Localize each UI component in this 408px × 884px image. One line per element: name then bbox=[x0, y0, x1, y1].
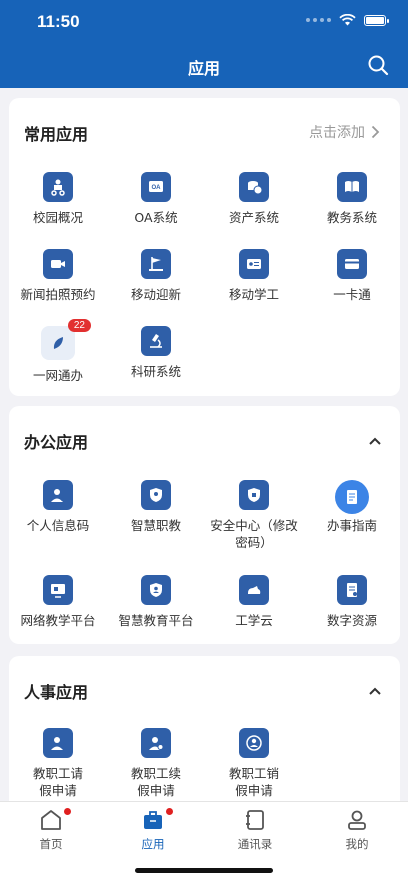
app-label: 办事指南 bbox=[326, 518, 377, 533]
tab-profile[interactable]: 我的 bbox=[306, 808, 408, 852]
add-app-button[interactable]: 点击添加 bbox=[309, 122, 380, 142]
briefcase-icon bbox=[144, 811, 162, 829]
app-label: 教职工请假申请 bbox=[32, 766, 83, 798]
microscope-icon bbox=[141, 326, 171, 356]
app-campus-card[interactable]: 一卡通 bbox=[303, 249, 400, 303]
app-label: 工学云 bbox=[235, 613, 273, 628]
shield-icon bbox=[141, 480, 171, 510]
notification-dot bbox=[64, 808, 71, 815]
person-icon bbox=[43, 480, 73, 510]
app-one-stop[interactable]: 22 一网通办 bbox=[9, 319, 107, 384]
app-label: 移动学工 bbox=[228, 287, 279, 302]
home-indicator bbox=[135, 868, 273, 873]
search-icon[interactable] bbox=[367, 54, 389, 76]
app-label: 安全中心（修改密码） bbox=[210, 518, 298, 550]
app-leave-request[interactable]: 教职工请假申请 bbox=[9, 728, 107, 799]
app-label: 网络教学平台 bbox=[20, 613, 96, 628]
leave-cancel-icon bbox=[239, 728, 269, 758]
leaf-icon: 22 bbox=[41, 319, 91, 360]
app-header: 11:50 应用 bbox=[0, 0, 408, 88]
monitor-icon bbox=[43, 575, 73, 605]
home-icon bbox=[41, 810, 61, 830]
section-title-office: 办公应用 bbox=[24, 433, 89, 452]
battery-icon bbox=[364, 14, 389, 26]
app-personal-info-code[interactable]: 个人信息码 bbox=[9, 480, 107, 534]
app-label: 一卡通 bbox=[333, 287, 371, 302]
status-time: 11:50 bbox=[37, 12, 80, 31]
education-shield-icon bbox=[141, 575, 171, 605]
app-student-affairs[interactable]: 移动学工 bbox=[205, 249, 303, 303]
tab-label: 通讯录 bbox=[237, 837, 273, 851]
app-label: 教务系统 bbox=[326, 210, 377, 225]
flag-icon bbox=[141, 249, 171, 279]
svg-text:OA: OA bbox=[152, 185, 162, 191]
wifi-icon bbox=[339, 14, 356, 26]
document-icon bbox=[337, 575, 367, 605]
oa-icon: OA bbox=[141, 172, 171, 202]
app-label: 教职工续假申请 bbox=[130, 766, 181, 798]
app-service-guide[interactable]: 办事指南 bbox=[303, 480, 400, 534]
cloud-rhino-icon bbox=[239, 575, 269, 605]
chevron-up-icon[interactable] bbox=[368, 434, 382, 448]
app-welcome[interactable]: 移动迎新 bbox=[107, 249, 205, 303]
app-label: 一网通办 bbox=[32, 368, 83, 383]
signal-icon bbox=[306, 18, 331, 22]
notification-dot bbox=[166, 808, 173, 815]
app-label: 个人信息码 bbox=[26, 518, 90, 533]
camera-icon bbox=[43, 249, 73, 279]
security-shield-icon bbox=[239, 480, 269, 510]
tab-label: 首页 bbox=[39, 837, 63, 851]
status-icons bbox=[306, 14, 389, 26]
guide-book-icon bbox=[335, 480, 369, 514]
chevron-up-icon[interactable] bbox=[368, 684, 382, 698]
leave-request-icon bbox=[43, 728, 73, 758]
card-icon bbox=[337, 249, 367, 279]
app-label: 资产系统 bbox=[228, 210, 279, 225]
add-app-label: 点击添加 bbox=[309, 125, 365, 141]
app-smart-education[interactable]: 智慧教育平台 bbox=[107, 575, 205, 629]
campus-icon bbox=[43, 172, 73, 202]
app-academic[interactable]: 教务系统 bbox=[303, 172, 400, 226]
notification-badge: 22 bbox=[67, 319, 91, 332]
app-leave-extend[interactable]: 教职工续假申请 bbox=[107, 728, 205, 799]
app-label: 移动迎新 bbox=[130, 287, 181, 302]
app-online-teaching[interactable]: 网络教学平台 bbox=[9, 575, 107, 629]
app-news-photo[interactable]: 新闻拍照预约 bbox=[9, 249, 107, 303]
app-label: 教职工销假申请 bbox=[228, 766, 279, 798]
section-title-hr: 人事应用 bbox=[24, 683, 89, 702]
common-apps-card: 常用应用 点击添加 校园概况 OA OA系统 资产系统 教务系统 新闻拍照预约 … bbox=[9, 98, 400, 396]
leave-extend-icon bbox=[141, 728, 171, 758]
app-campus[interactable]: 校园概况 bbox=[9, 172, 107, 226]
app-digital-resources[interactable]: 数字资源 bbox=[303, 575, 400, 629]
app-smart-vocational[interactable]: 智慧职教 bbox=[107, 480, 205, 534]
tab-contacts[interactable]: 通讯录 bbox=[204, 808, 306, 852]
tab-label: 我的 bbox=[345, 837, 369, 851]
hr-apps-card: 人事应用 教职工请假申请 教职工续假申请 教职工销假申请 bbox=[9, 656, 400, 816]
chevron-right-icon bbox=[371, 125, 380, 139]
section-title-common: 常用应用 bbox=[24, 125, 89, 144]
app-label: 科研系统 bbox=[130, 364, 181, 379]
profile-icon bbox=[348, 810, 366, 830]
app-gongxueyun[interactable]: 工学云 bbox=[205, 575, 303, 629]
app-assets[interactable]: 资产系统 bbox=[205, 172, 303, 226]
tab-home[interactable]: 首页 bbox=[0, 808, 102, 852]
app-leave-cancel[interactable]: 教职工销假申请 bbox=[205, 728, 303, 799]
app-label: OA系统 bbox=[134, 210, 178, 225]
app-oa[interactable]: OA OA系统 bbox=[107, 172, 205, 226]
app-research[interactable]: 科研系统 bbox=[107, 326, 205, 380]
book-icon bbox=[337, 172, 367, 202]
app-label: 智慧教育平台 bbox=[118, 613, 194, 628]
app-label: 数字资源 bbox=[326, 613, 377, 628]
app-label: 校园概况 bbox=[32, 210, 83, 225]
tab-label: 应用 bbox=[141, 837, 165, 851]
assets-icon bbox=[239, 172, 269, 202]
app-security-center[interactable]: 安全中心（修改密码） bbox=[205, 480, 303, 551]
id-card-icon bbox=[239, 249, 269, 279]
app-label: 智慧职教 bbox=[130, 518, 181, 533]
page-title: 应用 bbox=[187, 59, 220, 78]
office-apps-card: 办公应用 个人信息码 智慧职教 安全中心（修改密码） 办事指南 网络教学平台 智… bbox=[9, 406, 400, 644]
app-label: 新闻拍照预约 bbox=[20, 287, 96, 302]
tab-apps[interactable]: 应用 bbox=[102, 808, 204, 852]
contacts-icon bbox=[246, 810, 264, 830]
